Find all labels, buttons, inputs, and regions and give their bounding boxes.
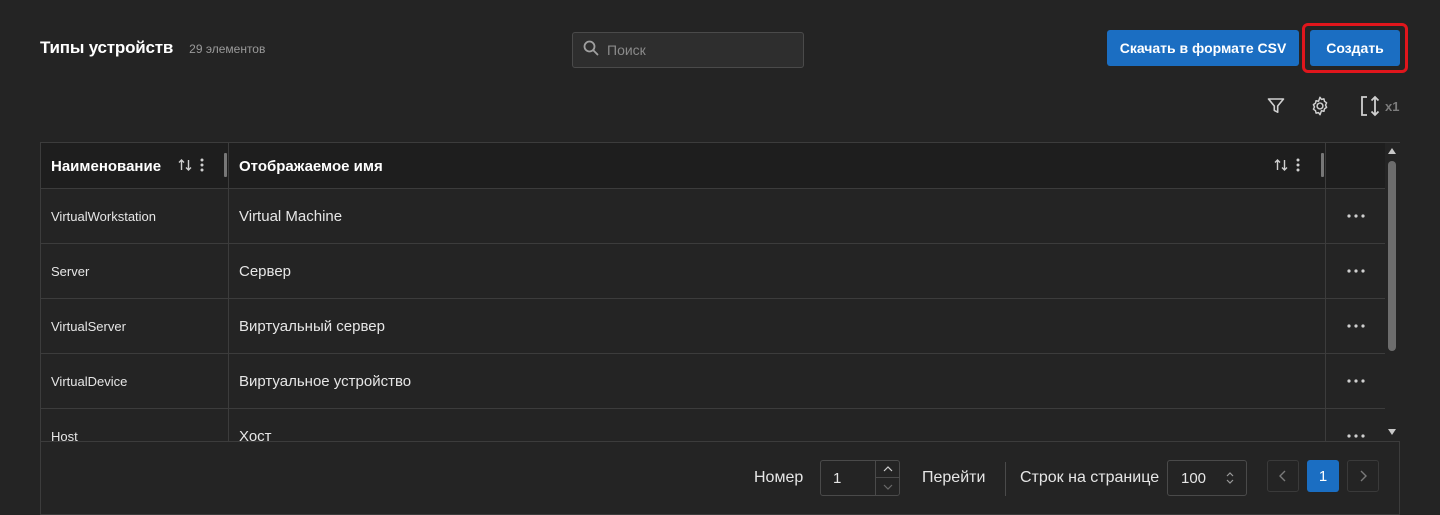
column-header-actions: [1326, 143, 1385, 189]
cell-display-name: Виртуальный сервер: [229, 299, 1326, 353]
cell-display-name: Виртуальное устройство: [229, 354, 1326, 408]
title-area: Типы устройств 29 элементов: [40, 38, 265, 58]
page-title: Типы устройств: [40, 38, 174, 57]
search-input[interactable]: [607, 42, 787, 58]
row-height-icon[interactable]: [1358, 94, 1382, 118]
stepper-up-icon[interactable]: [876, 461, 899, 478]
table-row[interactable]: VirtualServer Виртуальный сервер: [41, 299, 1385, 354]
row-actions-icon[interactable]: [1326, 189, 1385, 243]
go-button[interactable]: Перейти: [922, 469, 985, 487]
cell-display-name: Сервер: [229, 244, 1326, 298]
column-menu-icon[interactable]: [1295, 157, 1301, 178]
column-resize-handle[interactable]: [224, 153, 227, 177]
device-types-table: Наименование Отображаемое имя VirtualWor…: [40, 142, 1400, 515]
density-label: x1: [1385, 99, 1400, 114]
column-resize-handle[interactable]: [1321, 153, 1324, 177]
table-row[interactable]: Server Сервер: [41, 244, 1385, 299]
scroll-up-arrow-icon[interactable]: [1388, 148, 1396, 154]
row-actions-icon[interactable]: [1326, 244, 1385, 298]
previous-page-button[interactable]: [1267, 460, 1299, 492]
rows-per-page-select[interactable]: 100: [1167, 460, 1247, 496]
cell-display-name: Хост: [229, 409, 1326, 442]
create-button[interactable]: Создать: [1310, 30, 1400, 66]
vertical-scrollbar[interactable]: [1385, 143, 1400, 441]
cell-name: VirtualDevice: [41, 354, 229, 408]
search-icon: [583, 40, 599, 61]
cell-name: Host: [41, 409, 229, 442]
search-box[interactable]: [572, 32, 804, 68]
next-page-button[interactable]: [1347, 460, 1379, 492]
sort-icon[interactable]: [177, 157, 193, 178]
table-row[interactable]: Host Хост: [41, 409, 1385, 442]
download-csv-button[interactable]: Скачать в формате CSV: [1107, 30, 1299, 66]
chevron-left-icon: [1279, 470, 1286, 482]
gear-icon[interactable]: [1308, 94, 1332, 118]
column-label: Наименование: [51, 157, 162, 175]
filter-icon[interactable]: [1264, 94, 1288, 118]
table-body: VirtualWorkstation Virtual Machine Serve…: [41, 189, 1385, 442]
column-menu-icon[interactable]: [199, 157, 205, 178]
device-types-page: Типы устройств 29 элементов Скачать в фо…: [0, 0, 1440, 515]
stepper-down-icon[interactable]: [876, 478, 899, 495]
rows-per-page-label: Строк на странице: [1020, 469, 1160, 486]
page-number-field[interactable]: [820, 460, 900, 496]
column-header-display-name[interactable]: Отображаемое имя: [229, 143, 1326, 189]
scroll-down-arrow-icon[interactable]: [1388, 429, 1396, 435]
row-actions-icon[interactable]: [1326, 354, 1385, 408]
cell-name: VirtualServer: [41, 299, 229, 353]
table-header: Наименование Отображаемое имя: [41, 143, 1385, 189]
table-row[interactable]: VirtualWorkstation Virtual Machine: [41, 189, 1385, 244]
pagination-bar: Номер Перейти Строк на странице 100: [41, 441, 1399, 515]
cell-name: Server: [41, 244, 229, 298]
rows-per-page-value: 100: [1181, 469, 1207, 487]
cell-name: VirtualWorkstation: [41, 189, 229, 243]
select-chevron-icon: [1226, 471, 1234, 489]
chevron-right-icon: [1360, 470, 1367, 482]
table-row[interactable]: VirtualDevice Виртуальное устройство: [41, 354, 1385, 409]
page-number-stepper[interactable]: [875, 461, 899, 495]
page-button-current[interactable]: 1: [1307, 460, 1339, 492]
pagination-divider: [1005, 462, 1006, 496]
row-actions-icon[interactable]: [1326, 409, 1385, 442]
item-count: 29 элементов: [189, 42, 266, 56]
page-number-input[interactable]: [833, 470, 873, 487]
scrollbar-thumb[interactable]: [1388, 161, 1396, 351]
row-actions-icon[interactable]: [1326, 299, 1385, 353]
column-header-name[interactable]: Наименование: [41, 143, 229, 189]
page-number-label: Номер: [754, 469, 804, 486]
sort-icon[interactable]: [1273, 157, 1289, 178]
column-label: Отображаемое имя: [239, 157, 383, 175]
cell-display-name: Virtual Machine: [229, 189, 1326, 243]
